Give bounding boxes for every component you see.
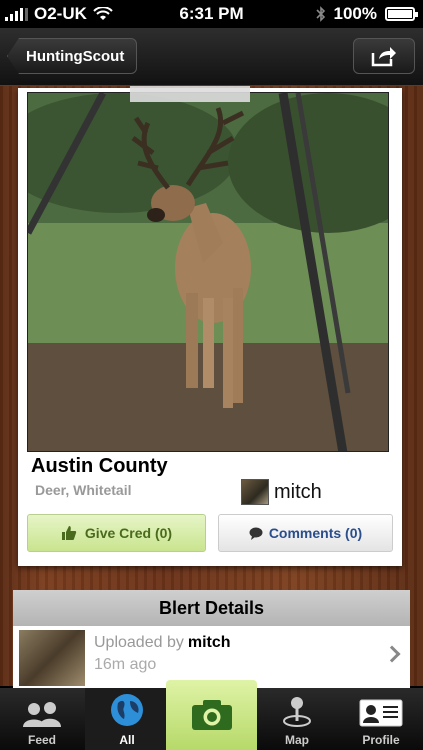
give-cred-label: Give Cred (0) [84, 525, 173, 541]
tab-feed-label: Feed [27, 733, 56, 747]
share-icon [371, 47, 396, 67]
deer-photo[interactable] [27, 92, 389, 452]
post-species: Deer, Whitetail [35, 482, 132, 498]
time-ago: 16m ago [94, 656, 157, 673]
post-location: Austin County [31, 455, 168, 477]
battery-percent: 100% [333, 4, 377, 23]
navigation-bar: HuntingScout [0, 28, 423, 86]
tab-map-label: Map [285, 733, 309, 747]
status-bar: O2-UK 6:31 PM 100% [0, 0, 423, 28]
tab-all-label: All [119, 733, 135, 747]
tab-profile-label: Profile [362, 733, 400, 747]
bluetooth-icon [315, 6, 325, 22]
thumbs-up-icon [61, 526, 77, 540]
camera-button[interactable] [166, 680, 257, 750]
photo-tape-strip [130, 86, 250, 102]
battery-icon [385, 7, 418, 21]
tab-map[interactable]: Map [255, 688, 339, 750]
tab-feed[interactable]: Feed [0, 688, 84, 750]
details-header: Blert Details [13, 590, 410, 626]
speech-bubble-icon [249, 527, 263, 540]
camera-icon [191, 700, 232, 730]
id-card-icon [359, 699, 403, 727]
details-row[interactable]: Uploaded by mitch 16m ago [13, 626, 410, 688]
comments-label: Comments (0) [268, 525, 363, 541]
tab-all[interactable]: All [85, 688, 169, 750]
give-cred-button[interactable]: Give Cred (0) [27, 514, 206, 552]
uploaded-by-label: Uploaded by [94, 634, 184, 651]
globe-icon [111, 694, 143, 726]
people-icon [23, 702, 61, 727]
uploader-avatar[interactable] [241, 479, 269, 505]
uploaded-by: Uploaded by mitch [94, 634, 231, 652]
detail-thumbnail [19, 630, 85, 686]
comments-button[interactable]: Comments (0) [218, 514, 393, 552]
uploaded-by-user: mitch [187, 634, 231, 651]
deer-photo-illustration [28, 93, 388, 451]
chevron-right-icon [383, 645, 401, 663]
uploader-name[interactable]: mitch [274, 481, 322, 504]
share-button[interactable] [353, 38, 415, 74]
map-pin-icon [283, 697, 311, 727]
back-button[interactable]: HuntingScout [7, 38, 138, 74]
tab-profile[interactable]: Profile [339, 688, 423, 750]
